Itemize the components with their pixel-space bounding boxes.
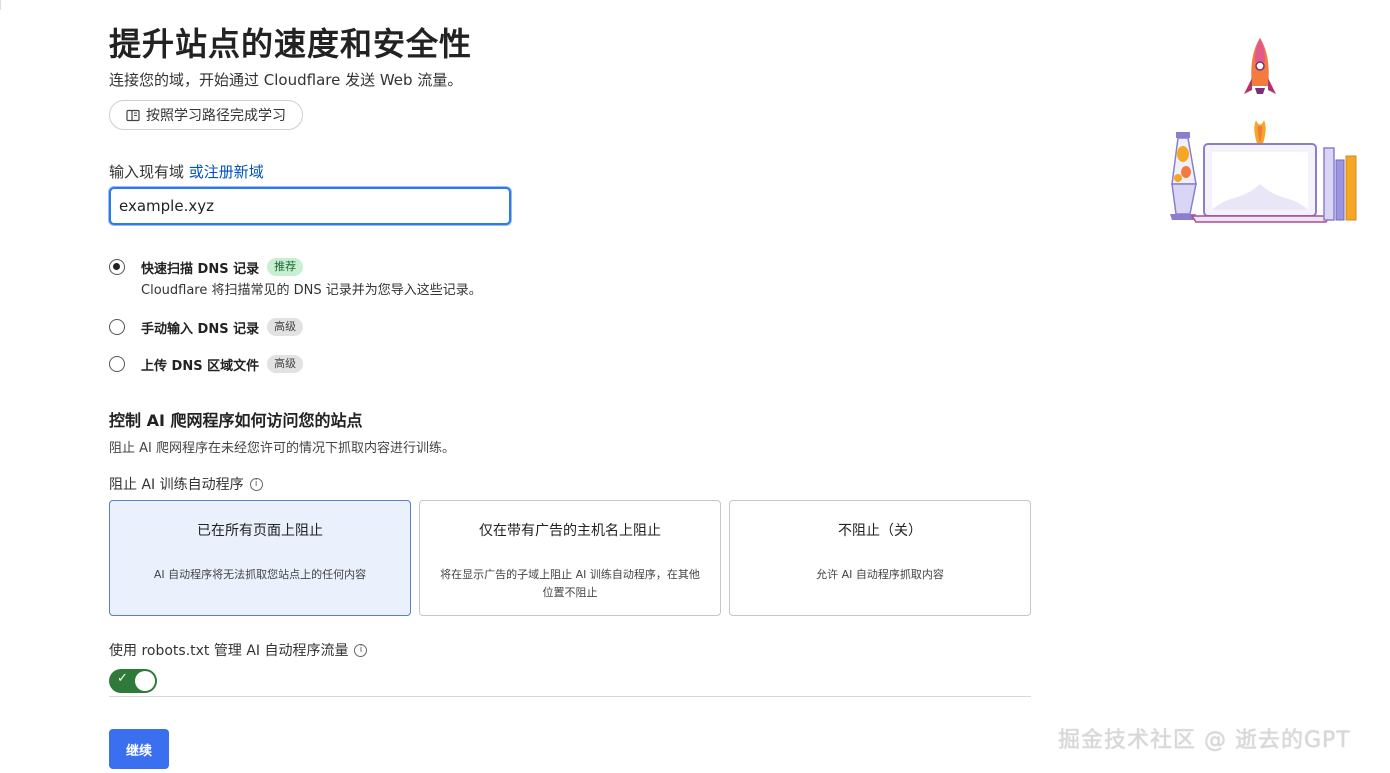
toggle-knob	[135, 671, 155, 691]
laptop-icon	[1190, 143, 1332, 223]
dns-option-description: Cloudflare 将扫描常见的 DNS 记录并为您导入这些记录。	[141, 283, 482, 298]
option-description: 将在显示广告的子域上阻止 AI 训练自动程序，在其他位置不阻止	[440, 568, 700, 599]
dns-option-upload[interactable]: 上传 DNS 区域文件 高级	[109, 355, 482, 374]
dns-option-quick-scan[interactable]: 快速扫描 DNS 记录 推荐 Cloudflare 将扫描常见的 DNS 记录并…	[109, 258, 482, 298]
dns-option-title: 手动输入 DNS 记录 高级	[141, 318, 304, 337]
option-block-all[interactable]: 已在所有页面上阻止 AI 自动程序将无法抓取您站点上的任何内容	[109, 500, 411, 616]
ai-section-title: 控制 AI 爬网程序如何访问您的站点	[109, 411, 363, 430]
advanced-badge: 高级	[267, 355, 304, 373]
learning-path-button[interactable]: 按照学习路径完成学习	[109, 100, 303, 130]
learning-path-label: 按照学习路径完成学习	[146, 107, 286, 123]
ai-block-label: 阻止 AI 训练自动程序 i	[109, 474, 1031, 494]
ai-block-options: 已在所有页面上阻止 AI 自动程序将无法抓取您站点上的任何内容 仅在带有广告的主…	[109, 500, 1031, 616]
page-subtitle: 连接您的域，开始通过 Cloudflare 发送 Web 流量。	[109, 71, 463, 89]
option-title: 已在所有页面上阻止	[197, 523, 323, 539]
dns-option-title: 快速扫描 DNS 记录 推荐	[141, 258, 482, 277]
dns-option-text: 快速扫描 DNS 记录 推荐 Cloudflare 将扫描常见的 DNS 记录并…	[141, 258, 482, 298]
option-title: 仅在带有广告的主机名上阻止	[479, 523, 661, 539]
register-domain-link[interactable]: 或注册新域	[189, 163, 264, 181]
recommended-badge: 推荐	[267, 258, 304, 276]
dns-option-label: 上传 DNS 区域文件	[141, 358, 260, 374]
lava-lamp-icon	[1170, 132, 1197, 220]
dns-option-manual[interactable]: 手动输入 DNS 记录 高级	[109, 318, 482, 337]
dns-option-label: 手动输入 DNS 记录	[141, 321, 260, 337]
robots-txt-label-text: 使用 robots.txt 管理 AI 自动程序流量	[109, 643, 349, 659]
books-icon	[1323, 147, 1357, 221]
robots-txt-toggle[interactable]: ✓	[109, 669, 157, 693]
book-icon	[126, 109, 140, 122]
option-title: 不阻止（关）	[838, 523, 922, 539]
domain-label: 输入现有域 或注册新域	[109, 161, 264, 182]
dns-options: 快速扫描 DNS 记录 推荐 Cloudflare 将扫描常见的 DNS 记录并…	[109, 258, 482, 387]
rocket-icon	[1244, 38, 1276, 154]
divider	[109, 696, 1031, 697]
option-block-ads-only[interactable]: 仅在带有广告的主机名上阻止 将在显示广告的子域上阻止 AI 训练自动程序，在其他…	[419, 500, 721, 616]
watermark: 掘金技术社区 @ 逝去的GPT	[1058, 728, 1351, 753]
radio-button[interactable]	[109, 319, 125, 335]
radio-button-checked[interactable]	[109, 259, 125, 275]
main-content: 提升站点的速度和安全性 连接您的域，开始通过 Cloudflare 发送 Web…	[109, 22, 1034, 693]
rocket-laptop-illustration	[1160, 34, 1365, 229]
info-icon[interactable]: i	[354, 643, 368, 657]
ai-block-label-text: 阻止 AI 训练自动程序	[109, 477, 244, 493]
ai-section-description: 阻止 AI 爬网程序在未经您许可的情况下抓取内容进行训练。	[109, 441, 455, 456]
dns-option-title: 上传 DNS 区域文件 高级	[141, 355, 304, 374]
robots-txt-label: 使用 robots.txt 管理 AI 自动程序流量 i	[109, 640, 1031, 660]
window-edge	[0, 0, 4, 10]
option-description: AI 自动程序将无法抓取您站点上的任何内容	[153, 568, 367, 581]
advanced-badge: 高级	[267, 318, 304, 336]
info-icon[interactable]: i	[249, 477, 263, 491]
dns-option-text: 手动输入 DNS 记录 高级	[141, 318, 304, 337]
dns-option-label: 快速扫描 DNS 记录	[141, 261, 260, 277]
check-icon: ✓	[117, 671, 128, 686]
domain-input[interactable]	[109, 187, 511, 225]
domain-label-text: 输入现有域	[109, 163, 185, 181]
page-title: 提升站点的速度和安全性	[109, 25, 473, 63]
option-do-not-block[interactable]: 不阻止（关） 允许 AI 自动程序抓取内容	[729, 500, 1031, 616]
option-description: 允许 AI 自动程序抓取内容	[816, 568, 944, 581]
continue-button[interactable]: 继续	[109, 729, 169, 769]
radio-button[interactable]	[109, 356, 125, 372]
ai-crawler-section: 控制 AI 爬网程序如何访问您的站点 阻止 AI 爬网程序在未经您许可的情况下抓…	[109, 407, 1031, 693]
dns-option-text: 上传 DNS 区域文件 高级	[141, 355, 304, 374]
